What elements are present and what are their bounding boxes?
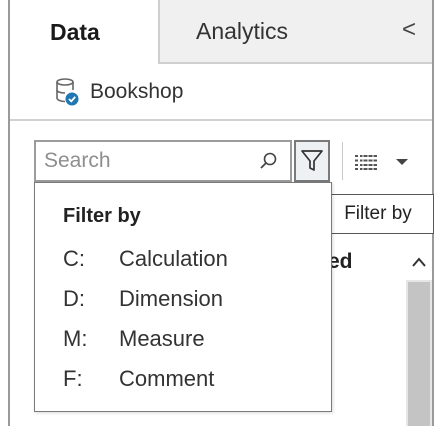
scroll-up-button[interactable] (406, 244, 432, 280)
chevron-up-icon (412, 257, 426, 267)
option-label: Comment (119, 366, 215, 391)
tab-analytics-label: Analytics (196, 17, 289, 44)
option-key: C: (63, 246, 85, 271)
toolbar-separator (342, 142, 343, 180)
filter-button[interactable] (294, 140, 330, 182)
view-options-button[interactable] (354, 148, 418, 176)
search-icon[interactable] (258, 151, 278, 171)
option-label: Dimension (119, 286, 223, 311)
filter-tooltip: Filter by (322, 194, 434, 234)
section-divider (10, 119, 432, 121)
filter-option-comment[interactable]: F: Comment (63, 361, 323, 397)
tab-data-label: Data (50, 18, 100, 45)
filter-option-calculation[interactable]: C: Calculation (63, 241, 323, 277)
option-key: M: (63, 326, 88, 351)
search-field[interactable] (34, 140, 292, 182)
database-check-icon (56, 78, 79, 106)
collapse-pane-icon[interactable]: < (402, 18, 416, 42)
option-key: D: (63, 286, 85, 311)
filter-option-measure[interactable]: M: Measure (63, 321, 323, 357)
tooltip-text: Filter by (344, 203, 412, 224)
scrollbar-thumb[interactable] (408, 282, 430, 426)
search-input[interactable] (44, 147, 244, 175)
option-label: Measure (119, 326, 205, 351)
list-view-icon (355, 155, 377, 170)
tab-data[interactable]: Data (10, 0, 158, 64)
caret-down-icon (396, 159, 408, 165)
pane-tabbar: Data Analytics < (10, 0, 432, 64)
funnel-icon (301, 150, 323, 171)
datasource-item[interactable]: Bookshop (54, 74, 183, 110)
filter-menu: Filter by C: Calculation D: Dimension M:… (34, 182, 332, 412)
filter-option-dimension[interactable]: D: Dimension (63, 281, 323, 317)
data-pane: Data Analytics < Bookshop Search ed Filt… (8, 0, 434, 426)
datasource-name: Bookshop (90, 80, 184, 103)
filter-menu-title: Filter by (63, 205, 141, 227)
tab-analytics[interactable]: Analytics (158, 0, 432, 64)
option-key: F: (63, 366, 83, 391)
option-label: Calculation (119, 246, 228, 271)
